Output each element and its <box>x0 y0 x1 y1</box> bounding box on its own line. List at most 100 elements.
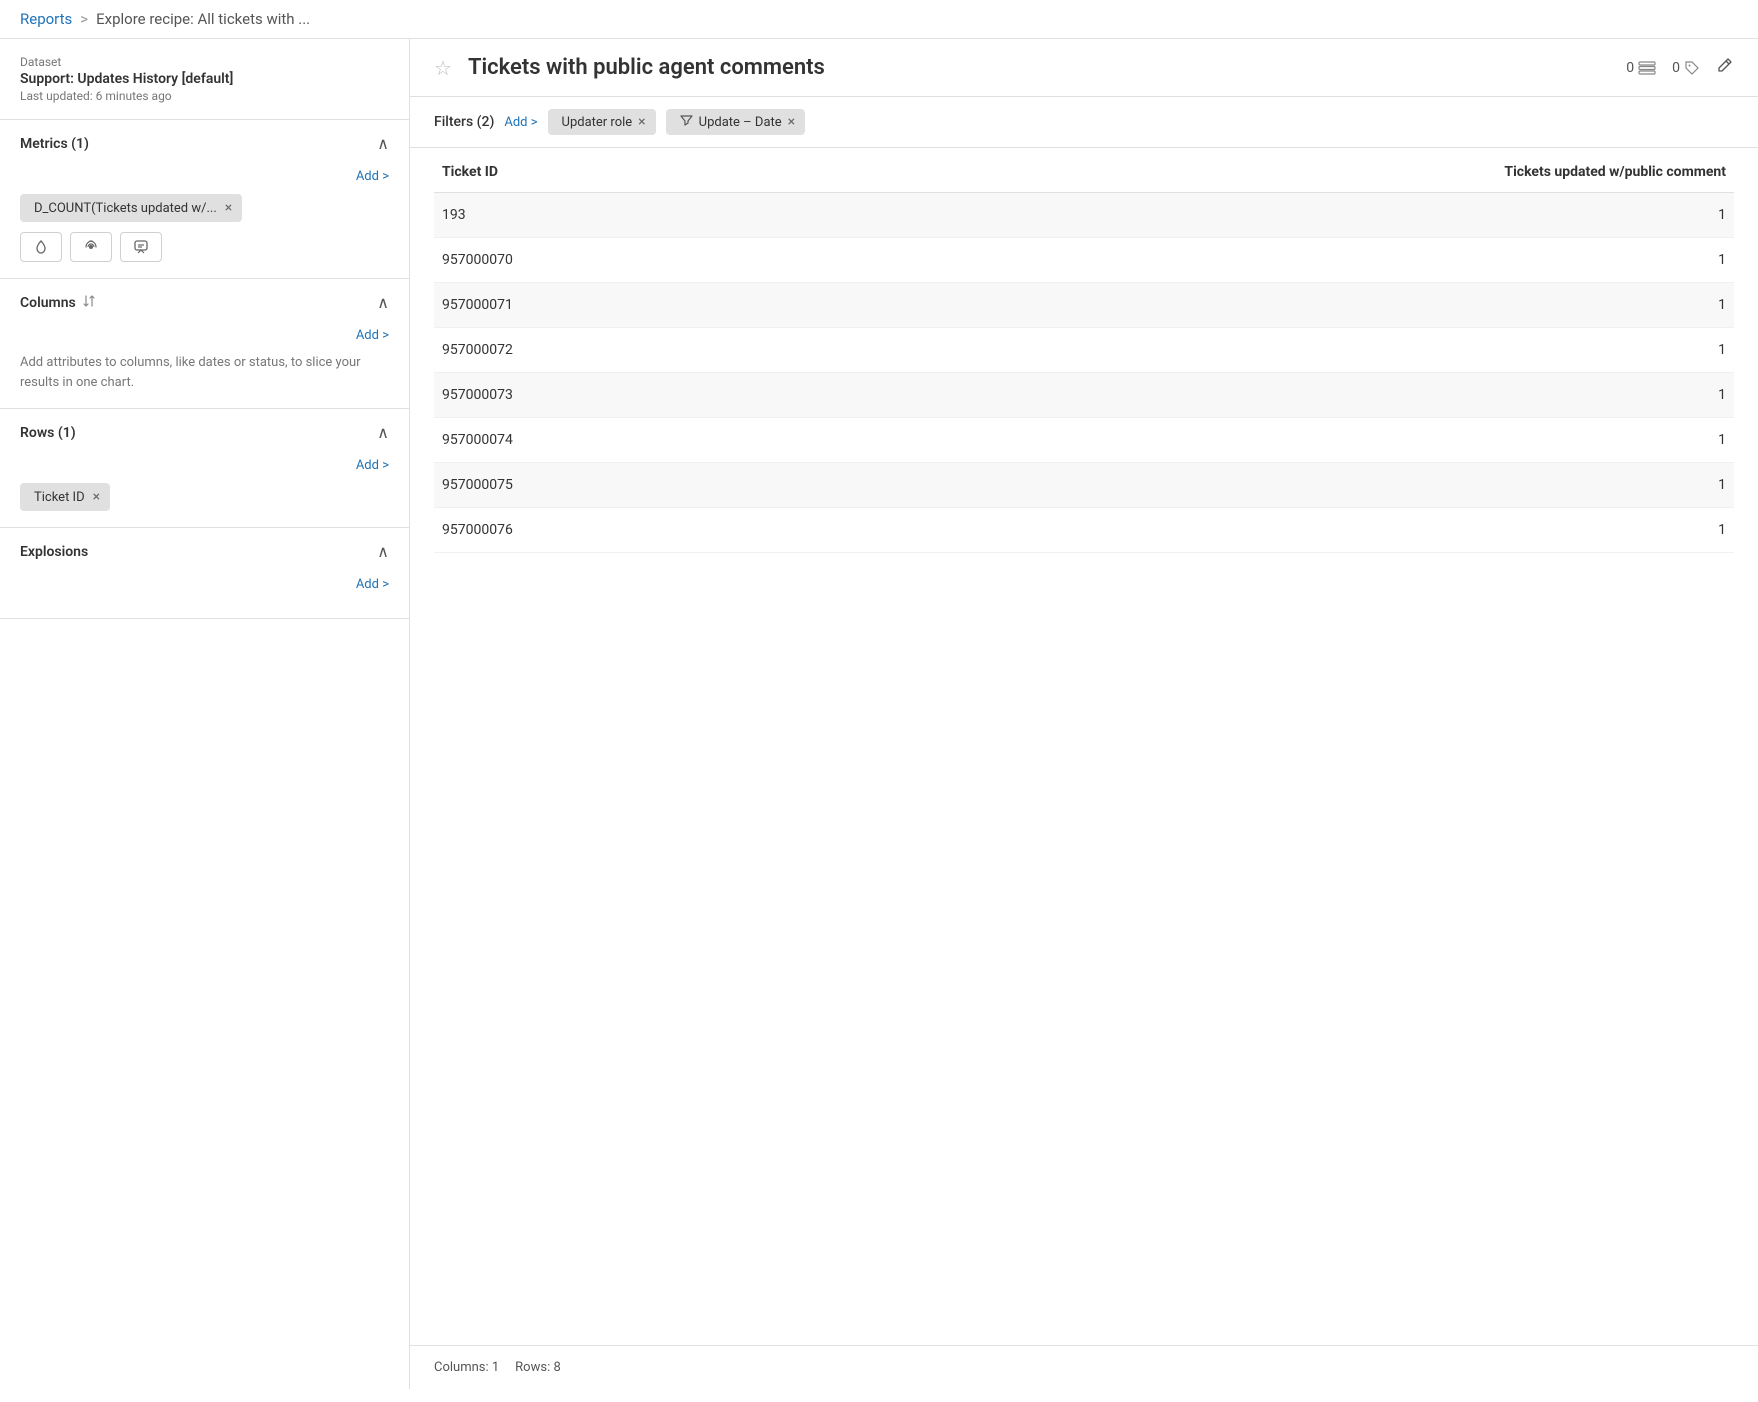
edit-icon[interactable] <box>1716 56 1734 79</box>
cell-count: 1 <box>782 418 1734 463</box>
breadcrumb-reports-link[interactable]: Reports <box>20 10 72 28</box>
columns-body: Add > Add attributes to columns, like da… <box>0 320 409 408</box>
footer-columns: Columns: 1 <box>434 1360 499 1375</box>
col-header-count: Tickets updated w/public comment <box>782 148 1734 193</box>
data-table: Ticket ID Tickets updated w/public comme… <box>434 148 1734 553</box>
dataset-info: Dataset Support: Updates History [defaul… <box>0 39 409 120</box>
cell-ticket-id: 957000075 <box>434 463 782 508</box>
cell-ticket-id: 957000073 <box>434 373 782 418</box>
signal-icon-btn[interactable] <box>70 232 112 262</box>
rows-chip[interactable]: Ticket ID × <box>20 483 110 511</box>
cell-count: 1 <box>782 193 1734 238</box>
metrics-icon-row <box>20 232 389 262</box>
rows-badge-value: 0 <box>1626 60 1634 76</box>
explosions-title: Explosions <box>20 544 88 560</box>
table-row: 957000070 1 <box>434 238 1734 283</box>
star-icon[interactable]: ☆ <box>434 56 452 80</box>
filters-add-link[interactable]: Add > <box>504 115 537 130</box>
tags-badge-value: 0 <box>1672 60 1680 76</box>
columns-placeholder: Add attributes to columns, like dates or… <box>20 353 389 392</box>
cell-ticket-id: 957000070 <box>434 238 782 283</box>
table-row: 957000072 1 <box>434 328 1734 373</box>
table-row: 957000074 1 <box>434 418 1734 463</box>
cell-ticket-id: 957000072 <box>434 328 782 373</box>
footer-rows: Rows: 8 <box>515 1360 561 1375</box>
filter-chip-updater-role-remove[interactable]: × <box>638 114 645 130</box>
explosions-section: Explosions ∧ Add > <box>0 528 409 619</box>
report-title: Tickets with public agent comments <box>468 55 1614 80</box>
table-footer: Columns: 1 Rows: 8 <box>410 1345 1758 1389</box>
cell-count: 1 <box>782 463 1734 508</box>
columns-title: Columns <box>20 294 96 312</box>
metrics-add-link[interactable]: Add > <box>20 169 389 184</box>
tag-icon <box>1684 60 1700 76</box>
cell-count: 1 <box>782 238 1734 283</box>
table-header-row: Ticket ID Tickets updated w/public comme… <box>434 148 1734 193</box>
table-row: 957000073 1 <box>434 373 1734 418</box>
header-right: 0 0 <box>1626 56 1734 79</box>
content-header: ☆ Tickets with public agent comments 0 0 <box>410 39 1758 97</box>
filter-chip-update-date-label: Update – Date <box>699 115 782 130</box>
cell-count: 1 <box>782 283 1734 328</box>
content-area: ☆ Tickets with public agent comments 0 0 <box>410 39 1758 1389</box>
table-row: 957000075 1 <box>434 463 1734 508</box>
cell-ticket-id: 957000076 <box>434 508 782 553</box>
filters-label: Filters (2) <box>434 114 494 130</box>
filter-funnel-icon <box>680 114 693 130</box>
rows-chip-remove[interactable]: × <box>93 489 100 505</box>
columns-add-link[interactable]: Add > <box>20 328 389 343</box>
table-row: 957000071 1 <box>434 283 1734 328</box>
explosions-add-link[interactable]: Add > <box>20 577 389 592</box>
metrics-section: Metrics (1) ∧ Add > D_COUNT(Tickets upda… <box>0 120 409 279</box>
rows-section-header[interactable]: Rows (1) ∧ <box>0 409 409 450</box>
table-row: 957000076 1 <box>434 508 1734 553</box>
breadcrumb: Reports > Explore recipe: All tickets wi… <box>0 0 1758 39</box>
sidebar: Dataset Support: Updates History [defaul… <box>0 39 410 1389</box>
rows-badge: 0 <box>1626 60 1656 76</box>
metrics-title: Metrics (1) <box>20 136 89 152</box>
filters-bar: Filters (2) Add > Updater role × Update … <box>410 97 1758 148</box>
filter-chip-update-date[interactable]: Update – Date × <box>666 109 806 135</box>
metrics-chip[interactable]: D_COUNT(Tickets updated w/... × <box>20 194 242 222</box>
columns-section: Columns ∧ Add > Add attributes to column… <box>0 279 409 409</box>
breadcrumb-separator: > <box>80 10 88 28</box>
cell-count: 1 <box>782 373 1734 418</box>
filter-chip-updater-role-label: Updater role <box>562 115 633 130</box>
dataset-updated: Last updated: 6 minutes ago <box>20 89 389 103</box>
table-body: 193 1 957000070 1 957000071 1 957000072 … <box>434 193 1734 553</box>
rows-section: Rows (1) ∧ Add > Ticket ID × <box>0 409 409 528</box>
rows-chip-label: Ticket ID <box>34 490 85 505</box>
metrics-chevron-icon: ∧ <box>377 134 389 153</box>
columns-section-header[interactable]: Columns ∧ <box>0 279 409 320</box>
cell-count: 1 <box>782 328 1734 373</box>
chat-icon-btn[interactable] <box>120 232 162 262</box>
explosions-section-header[interactable]: Explosions ∧ <box>0 528 409 569</box>
metrics-chip-remove[interactable]: × <box>225 200 232 216</box>
columns-chevron-icon: ∧ <box>377 293 389 312</box>
explosions-chevron-icon: ∧ <box>377 542 389 561</box>
table-row: 193 1 <box>434 193 1734 238</box>
col-header-ticket-id: Ticket ID <box>434 148 782 193</box>
metrics-chip-label: D_COUNT(Tickets updated w/... <box>34 201 217 216</box>
rows-body: Add > Ticket ID × <box>0 450 409 527</box>
filter-chip-updater-role[interactable]: Updater role × <box>548 109 656 135</box>
data-table-area: Ticket ID Tickets updated w/public comme… <box>410 148 1758 1345</box>
dataset-name: Support: Updates History [default] <box>20 71 389 87</box>
table-head: Ticket ID Tickets updated w/public comme… <box>434 148 1734 193</box>
metrics-section-header[interactable]: Metrics (1) ∧ <box>0 120 409 161</box>
rows-chevron-icon: ∧ <box>377 423 389 442</box>
breadcrumb-current: Explore recipe: All tickets with ... <box>96 10 310 28</box>
filter-chip-update-date-remove[interactable]: × <box>788 114 795 130</box>
cell-ticket-id: 957000071 <box>434 283 782 328</box>
drop-icon-btn[interactable] <box>20 232 62 262</box>
cell-count: 1 <box>782 508 1734 553</box>
metrics-body: Add > D_COUNT(Tickets updated w/... × <box>0 161 409 278</box>
tags-badge: 0 <box>1672 60 1700 76</box>
explosions-body: Add > <box>0 569 409 618</box>
rows-badge-icon <box>1638 61 1656 75</box>
rows-add-link[interactable]: Add > <box>20 458 389 473</box>
columns-sort-icon <box>82 294 96 312</box>
dataset-label: Dataset <box>20 55 389 69</box>
cell-ticket-id: 193 <box>434 193 782 238</box>
rows-title: Rows (1) <box>20 425 76 441</box>
